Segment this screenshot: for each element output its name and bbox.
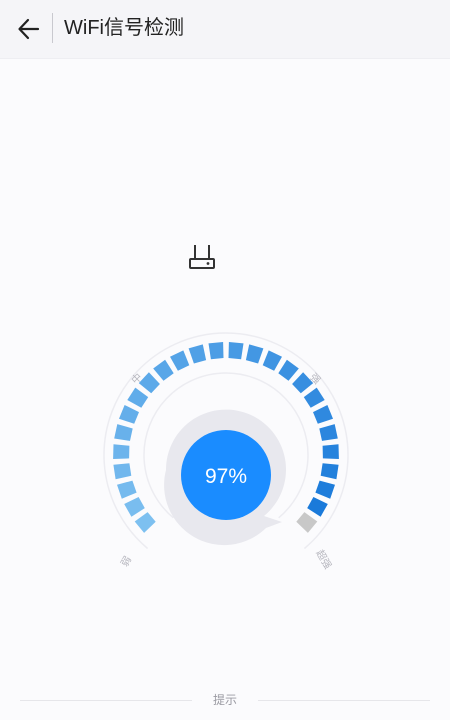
gauge-segment: [170, 350, 190, 371]
top-bar: WiFi信号检测: [0, 0, 450, 59]
router-icon: [188, 242, 216, 272]
center-halo: [164, 409, 286, 546]
gauge-segment: [322, 444, 339, 459]
scale-label-weak: 弱: [119, 554, 134, 569]
gauge-segment: [307, 497, 328, 517]
gauge-segment: [262, 350, 282, 371]
gauge-outer-ring: [103, 332, 349, 550]
tip-label: 提示: [212, 693, 237, 707]
back-button[interactable]: [12, 12, 46, 46]
gauge-segment: [113, 444, 130, 459]
page-title: WiFi信号检测: [64, 17, 184, 39]
gauge-segment: [313, 405, 333, 424]
gauge-segment: [117, 480, 137, 499]
arrow-left-icon: [18, 18, 40, 40]
gauge-segment: [208, 342, 224, 360]
gauge-segment: [124, 497, 145, 517]
gauge-segment: [296, 512, 318, 533]
gauge-segment: [303, 387, 325, 408]
gauge-segment: [228, 342, 244, 360]
scale-label-strong: 强: [307, 371, 323, 387]
gauge-segment: [292, 372, 314, 394]
gauge-segment: [114, 424, 133, 441]
scale-label-excellent: 超强: [313, 547, 334, 571]
signal-gauge: 97% 弱 中 强 超强: [103, 332, 349, 571]
gauge-segment: [134, 512, 156, 533]
gauge-segment: [119, 405, 139, 424]
scale-label-medium: 中: [128, 370, 144, 386]
signal-percent-label: 97%: [205, 465, 247, 488]
gauge-segment: [138, 372, 160, 394]
gauge-segment: [188, 344, 207, 364]
gauge-segments: [113, 342, 339, 533]
gauge-segment: [153, 359, 174, 381]
header-divider: [52, 13, 53, 43]
gauge-segment: [320, 463, 339, 480]
gauge-segment: [315, 480, 335, 499]
gauge-segment: [127, 387, 149, 408]
signal-value-circle: [181, 430, 271, 520]
gauge-segment: [278, 359, 299, 381]
gauge-segment: [113, 463, 132, 480]
gauge-inner-ring: [143, 372, 309, 519]
gauge-segment: [319, 424, 338, 441]
gauge-segment: [245, 344, 264, 364]
